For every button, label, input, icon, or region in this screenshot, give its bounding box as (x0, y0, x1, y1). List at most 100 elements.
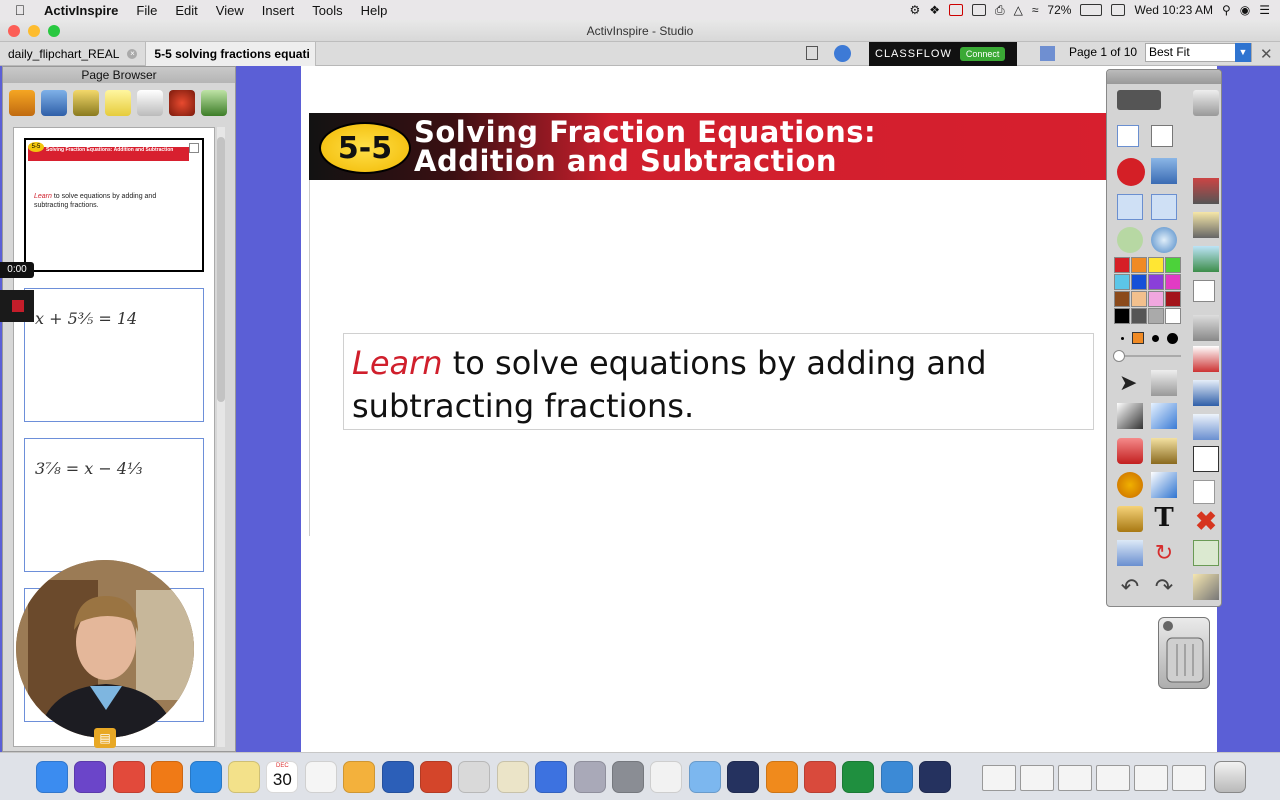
scrollbar-thumb[interactable] (217, 137, 225, 402)
chrome-icon[interactable] (112, 761, 145, 793)
color-swatch[interactable] (1131, 274, 1147, 290)
width-3-dot[interactable] (1152, 334, 1159, 342)
reset-page-icon[interactable] (1193, 414, 1219, 440)
property-browser-icon[interactable] (137, 90, 163, 116)
desktop-annotate-icon[interactable] (1117, 90, 1161, 110)
object-browser-icon[interactable] (73, 90, 99, 116)
user-profile-icon[interactable] (1151, 125, 1173, 147)
bucket-fill-icon[interactable] (1193, 315, 1219, 341)
vpn-icon[interactable] (971, 4, 986, 16)
thumbnail-menu-icon[interactable] (189, 143, 199, 153)
zoom-select[interactable]: Best Fit ▼ (1145, 43, 1252, 62)
previous-page-icon[interactable] (1117, 194, 1143, 220)
refresh-icon[interactable]: ↻ (1151, 540, 1177, 566)
dock-trash-icon[interactable] (1214, 761, 1246, 793)
reminders-icon[interactable] (304, 761, 337, 793)
minimized-window-thumbnail[interactable] (1096, 765, 1130, 791)
app-menu[interactable]: ActivInspire (40, 3, 127, 18)
learning-objective-box[interactable]: Learn to solve equations by adding and s… (343, 333, 1094, 430)
preview-icon[interactable] (458, 761, 491, 793)
activinspire2-icon[interactable] (919, 761, 952, 793)
airplay-icon[interactable]: △ (1014, 3, 1023, 17)
globe-icon[interactable] (1151, 227, 1177, 253)
apple-menu-icon[interactable]:  (0, 2, 40, 18)
color-swatch[interactable] (1165, 291, 1181, 307)
color-swatch[interactable] (1165, 308, 1181, 324)
clear-icon[interactable] (1193, 346, 1219, 372)
notification-center-icon[interactable]: ☰ (1259, 3, 1270, 17)
gift-icon[interactable]: ▤ (94, 728, 116, 748)
siri-status-icon[interactable]: ◉ (1240, 3, 1250, 17)
undo-icon[interactable]: ↶ (1117, 574, 1143, 600)
color-swatch[interactable] (1148, 257, 1164, 273)
magic-wand-icon[interactable] (1151, 370, 1177, 396)
tab-close-icon[interactable]: × (127, 48, 138, 59)
status-x-icon[interactable] (948, 4, 963, 16)
pen-red-icon[interactable] (1117, 158, 1145, 186)
vlc-icon[interactable] (765, 761, 798, 793)
minimized-window-thumbnail[interactable] (1020, 765, 1054, 791)
color-swatch[interactable] (1114, 274, 1130, 290)
safari-icon[interactable] (189, 761, 222, 793)
tools-icon[interactable] (1193, 178, 1219, 204)
minimized-window-thumbnail[interactable] (1134, 765, 1168, 791)
width-1-dot[interactable] (1121, 336, 1124, 340)
eraser-icon[interactable] (1117, 438, 1143, 464)
word-icon[interactable] (381, 761, 414, 793)
powerpoint-icon[interactable] (420, 761, 452, 793)
camera-icon[interactable] (1193, 246, 1219, 272)
activinspire-icon[interactable] (727, 761, 760, 793)
play-icon[interactable] (1117, 227, 1143, 253)
page-browser-icon[interactable] (9, 90, 35, 116)
toolbox-titlebar[interactable] (1107, 70, 1221, 84)
menu-tools[interactable]: Tools (303, 3, 351, 18)
page-thumbnail[interactable]: 3⅞ = x − 4⅓ (24, 438, 204, 572)
handwriting-pen-icon[interactable] (1193, 574, 1219, 600)
redo-icon[interactable]: ↷ (1151, 574, 1177, 600)
pen-tool-icon[interactable] (1193, 212, 1219, 238)
color-swatch[interactable] (1148, 308, 1164, 324)
connector-icon[interactable] (1151, 472, 1177, 498)
tab-daily-flipchart[interactable]: daily_flipchart_REAL × (0, 41, 147, 66)
printer-icon[interactable]: ⎙ (995, 3, 1005, 18)
color-swatch[interactable] (1114, 308, 1130, 324)
minimized-window-thumbnail[interactable] (1172, 765, 1206, 791)
pen-icon[interactable] (1117, 403, 1143, 429)
width-4-dot[interactable] (1167, 332, 1178, 344)
trash-close-icon[interactable] (1163, 621, 1173, 631)
excel-icon[interactable] (842, 761, 875, 793)
page-view-icon[interactable] (806, 46, 818, 60)
battery-icon[interactable] (1080, 4, 1103, 16)
finder-icon[interactable] (36, 761, 68, 793)
export-icon[interactable] (1193, 380, 1219, 406)
itunes-icon[interactable] (573, 761, 606, 793)
minimized-window-thumbnail[interactable] (1058, 765, 1092, 791)
resource-browser-icon[interactable] (41, 90, 67, 116)
notes-icon[interactable] (228, 761, 260, 793)
page-thumbnail[interactable]: x + 5⅗ = 14 (24, 288, 204, 422)
spotlight-search-icon[interactable]: ⚲ (1222, 3, 1231, 17)
color-swatch[interactable] (1148, 274, 1164, 290)
clock[interactable]: Wed 10:23 AM (1134, 3, 1213, 17)
select-arrow-icon[interactable]: ➤ (1119, 370, 1145, 396)
color-swatch[interactable] (1148, 291, 1164, 307)
wifi-icon[interactable]: ≈ (1032, 3, 1039, 17)
jotnot-icon[interactable] (496, 761, 529, 793)
main-menu-icon[interactable] (1193, 90, 1219, 116)
close-toolbox-icon[interactable]: ✖ (1193, 508, 1219, 534)
spotlight-icon[interactable] (1193, 446, 1219, 472)
new-flipchart-icon[interactable] (1117, 125, 1139, 147)
menu-help[interactable]: Help (352, 3, 397, 18)
color-swatch[interactable] (1131, 257, 1147, 273)
calendar-status-icon[interactable] (1111, 4, 1126, 16)
copy-page-icon[interactable] (1193, 280, 1215, 302)
calendar-icon[interactable]: DEC 30 (266, 761, 299, 793)
text-tool-icon[interactable]: T (1151, 504, 1177, 532)
shape-icon[interactable] (1117, 472, 1143, 498)
page-thumbnail-icon[interactable] (1040, 46, 1055, 61)
page-icon[interactable] (1193, 480, 1215, 504)
gear-status-icon[interactable]: ⚙ (909, 3, 920, 17)
page-thumbnail[interactable]: Solving Fraction Equations: Addition and… (24, 138, 204, 272)
notes-browser-icon[interactable] (105, 90, 131, 116)
flipchart-canvas[interactable]: 5-5 Solving Fraction Equations: Addition… (301, 66, 1217, 752)
